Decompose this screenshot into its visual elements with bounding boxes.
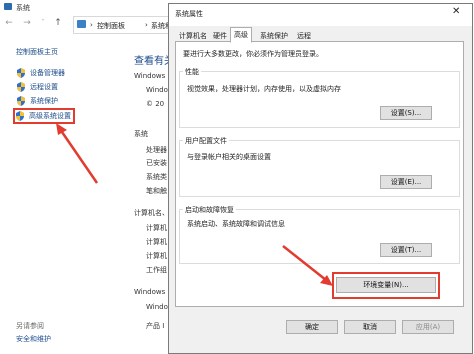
control-panel-home-link[interactable]: 控制面板主页 (16, 47, 58, 57)
dialog-titlebar (169, 4, 472, 26)
admin-note: 要进行大多数更改，你必须作为管理员登录。 (183, 50, 323, 58)
performance-description: 视觉效果，处理器计划，内存使用，以及虚拟内存 (187, 85, 341, 93)
sidebar-item-system-protection[interactable]: 系统保护 (16, 95, 58, 107)
see-also-heading: 另请参阅 (16, 322, 44, 330)
copyright-text: © 20 (146, 100, 165, 108)
dialog-title: 系统属性 (175, 10, 203, 18)
installed-memory-label: 已安装 (146, 159, 167, 167)
computer-name-label: 计算机 (146, 224, 167, 232)
startup-recovery-group-label: 启动和故障恢复 (183, 205, 236, 215)
system-window-title: 系统 (16, 4, 30, 12)
breadcrumb-separator-icon: › (90, 21, 93, 29)
computer-full-name-label: 计算机 (146, 238, 167, 246)
startup-recovery-settings-button[interactable]: 设置(T)... (380, 243, 432, 257)
forward-arrow-icon[interactable]: → (22, 18, 32, 28)
shield-icon (17, 96, 25, 106)
breadcrumb-system-security[interactable]: 系统和安全 (151, 21, 168, 31)
back-arrow-icon[interactable]: ← (4, 18, 14, 28)
page-heading: 查看有关 (134, 56, 168, 67)
sidebar-item-label: 远程设置 (30, 83, 58, 91)
apply-button[interactable]: 应用(A) (402, 320, 454, 334)
computer-name-section-heading: 计算机名、 (134, 209, 169, 217)
recent-chevron-icon[interactable]: ˅ (38, 18, 48, 28)
product-id-label: 产品 I (146, 322, 165, 330)
performance-settings-button[interactable]: 设置(S)... (380, 106, 432, 120)
env-button-highlight (332, 272, 440, 299)
system-section-heading: 系统 (134, 130, 148, 138)
activation-section-heading: Windows (134, 288, 166, 296)
shield-icon (17, 82, 25, 92)
security-maintenance-link[interactable]: 安全和维护 (16, 334, 51, 344)
user-profiles-group-label: 用户配置文件 (183, 136, 229, 146)
close-icon[interactable]: ✕ (452, 6, 460, 17)
sidebar-item-remote-settings[interactable]: 远程设置 (16, 81, 58, 93)
workgroup-label: 工作组 (146, 266, 167, 274)
pen-touch-label: 笔和触 (146, 187, 167, 195)
breadcrumb-separator-icon: › (145, 21, 148, 29)
processor-label: 处理器 (146, 146, 167, 154)
tab-advanced[interactable]: 高级 (230, 27, 252, 43)
system-window-icon (4, 3, 12, 10)
computer-description-label: 计算机 (146, 252, 167, 260)
ok-button[interactable]: 确定 (286, 320, 338, 334)
shield-icon (16, 111, 24, 121)
shield-icon (17, 68, 25, 78)
windows-edition-value: Windo (146, 86, 168, 94)
activation-status-label: Windo (146, 303, 168, 311)
user-profiles-settings-button[interactable]: 设置(E)... (380, 175, 432, 189)
up-arrow-icon[interactable]: ↑ (53, 18, 63, 28)
user-profiles-description: 与登录帐户相关的桌面设置 (187, 153, 271, 161)
windows-edition-heading: Windows (134, 72, 166, 80)
sidebar-item-advanced-settings[interactable]: 高级系统设置 (13, 108, 75, 124)
sidebar-item-label: 设备管理器 (30, 69, 65, 77)
system-type-label: 系统类 (146, 173, 167, 181)
performance-group-label: 性能 (183, 67, 201, 77)
breadcrumb-control-panel[interactable]: 控制面板 (97, 21, 125, 31)
control-panel-icon (77, 20, 86, 28)
sidebar-item-label: 系统保护 (30, 97, 58, 105)
sidebar-item-label: 高级系统设置 (29, 112, 71, 120)
sidebar-item-device-manager[interactable]: 设备管理器 (16, 67, 65, 79)
cancel-button[interactable]: 取消 (344, 320, 396, 334)
startup-recovery-description: 系统启动、系统故障和调试信息 (187, 220, 285, 228)
